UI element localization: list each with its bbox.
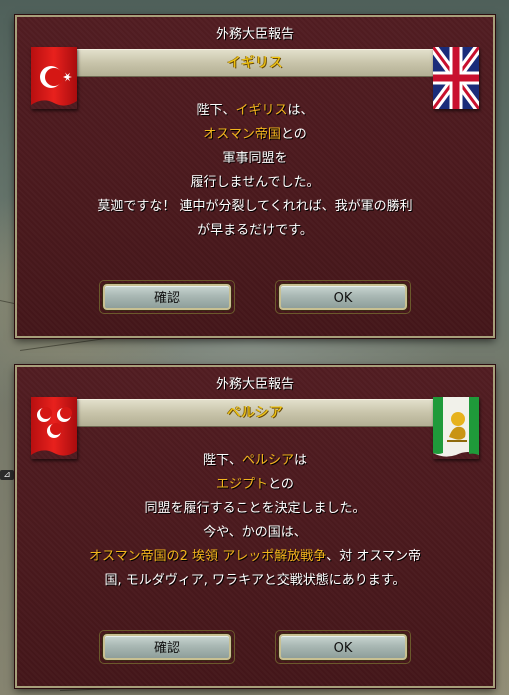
- message-line: が早まるだけです。: [197, 223, 313, 238]
- text-segment: は、: [287, 103, 314, 118]
- message-line: 陛下、ペルシアは: [37, 449, 473, 473]
- message-line: エジプトとの: [37, 473, 473, 497]
- ok-button[interactable]: OK: [279, 284, 407, 310]
- text-segment: との: [268, 477, 294, 492]
- ok-button[interactable]: OK: [279, 634, 407, 660]
- country-banner: ペルシア: [61, 399, 449, 427]
- country-name-highlight: ペルシア: [241, 453, 294, 468]
- message-line: 同盟を履行することを決定しました。: [144, 501, 366, 516]
- text-segment: 陛下、: [202, 453, 242, 468]
- message-line: 軍事同盟を: [222, 151, 288, 166]
- text-segment: との: [280, 127, 307, 142]
- message-line: オスマン帝国との: [37, 123, 473, 147]
- dialog-title: 外務大臣報告: [215, 377, 294, 392]
- confirm-button[interactable]: 確認: [103, 284, 231, 310]
- text-segment: 陛下、: [196, 103, 236, 118]
- message-line: 国, モルダヴィア, ワラキアと交戦状態にあります。: [104, 573, 406, 588]
- war-name-highlight: オスマン帝国の2 埃領 アレッポ解放戦争: [89, 549, 327, 564]
- dialog-title: 外務大臣報告: [215, 27, 294, 42]
- message-line: 履行しませんでした。: [190, 175, 320, 190]
- map-unit-marker[interactable]: ⊿: [0, 470, 14, 480]
- country-name-highlight: イギリス: [235, 103, 288, 118]
- report-message: 陛下、ペルシアは エジプトとの 同盟を履行することを決定しました。 今や、かの国…: [37, 449, 473, 593]
- country-banner: イギリス: [61, 49, 449, 77]
- country-name-highlight: エジプト: [216, 477, 269, 492]
- report-message: 陛下、イギリスは、 オスマン帝国との 軍事同盟を 履行しませんでした。 莫迦です…: [37, 99, 473, 243]
- message-line: 莫迦ですな！ 連中が分裂してくれれば、我が軍の勝利: [97, 199, 413, 214]
- message-line: 今や、かの国は、: [203, 525, 307, 540]
- message-line: オスマン帝国の2 埃領 アレッポ解放戦争、対 オスマン帝: [37, 545, 473, 569]
- text-segment: 、対 オスマン帝: [326, 549, 421, 564]
- foreign-minister-report-dialog: 外務大臣報告 イギリス 陛下、イギリスは、 オスマン帝国との 軍事同盟を 履行し…: [15, 15, 495, 338]
- country-name-highlight: オスマン帝国: [203, 127, 281, 142]
- text-segment: は: [294, 453, 308, 468]
- button-row: 確認 OK: [17, 630, 493, 664]
- button-row: 確認 OK: [17, 280, 493, 314]
- foreign-minister-report-dialog: 外務大臣報告 ペルシア 陛下、ペルシアは エジプトとの 同盟を履行することを決定…: [15, 365, 495, 688]
- message-line: 陛下、イギリスは、: [37, 99, 473, 123]
- confirm-button[interactable]: 確認: [103, 634, 231, 660]
